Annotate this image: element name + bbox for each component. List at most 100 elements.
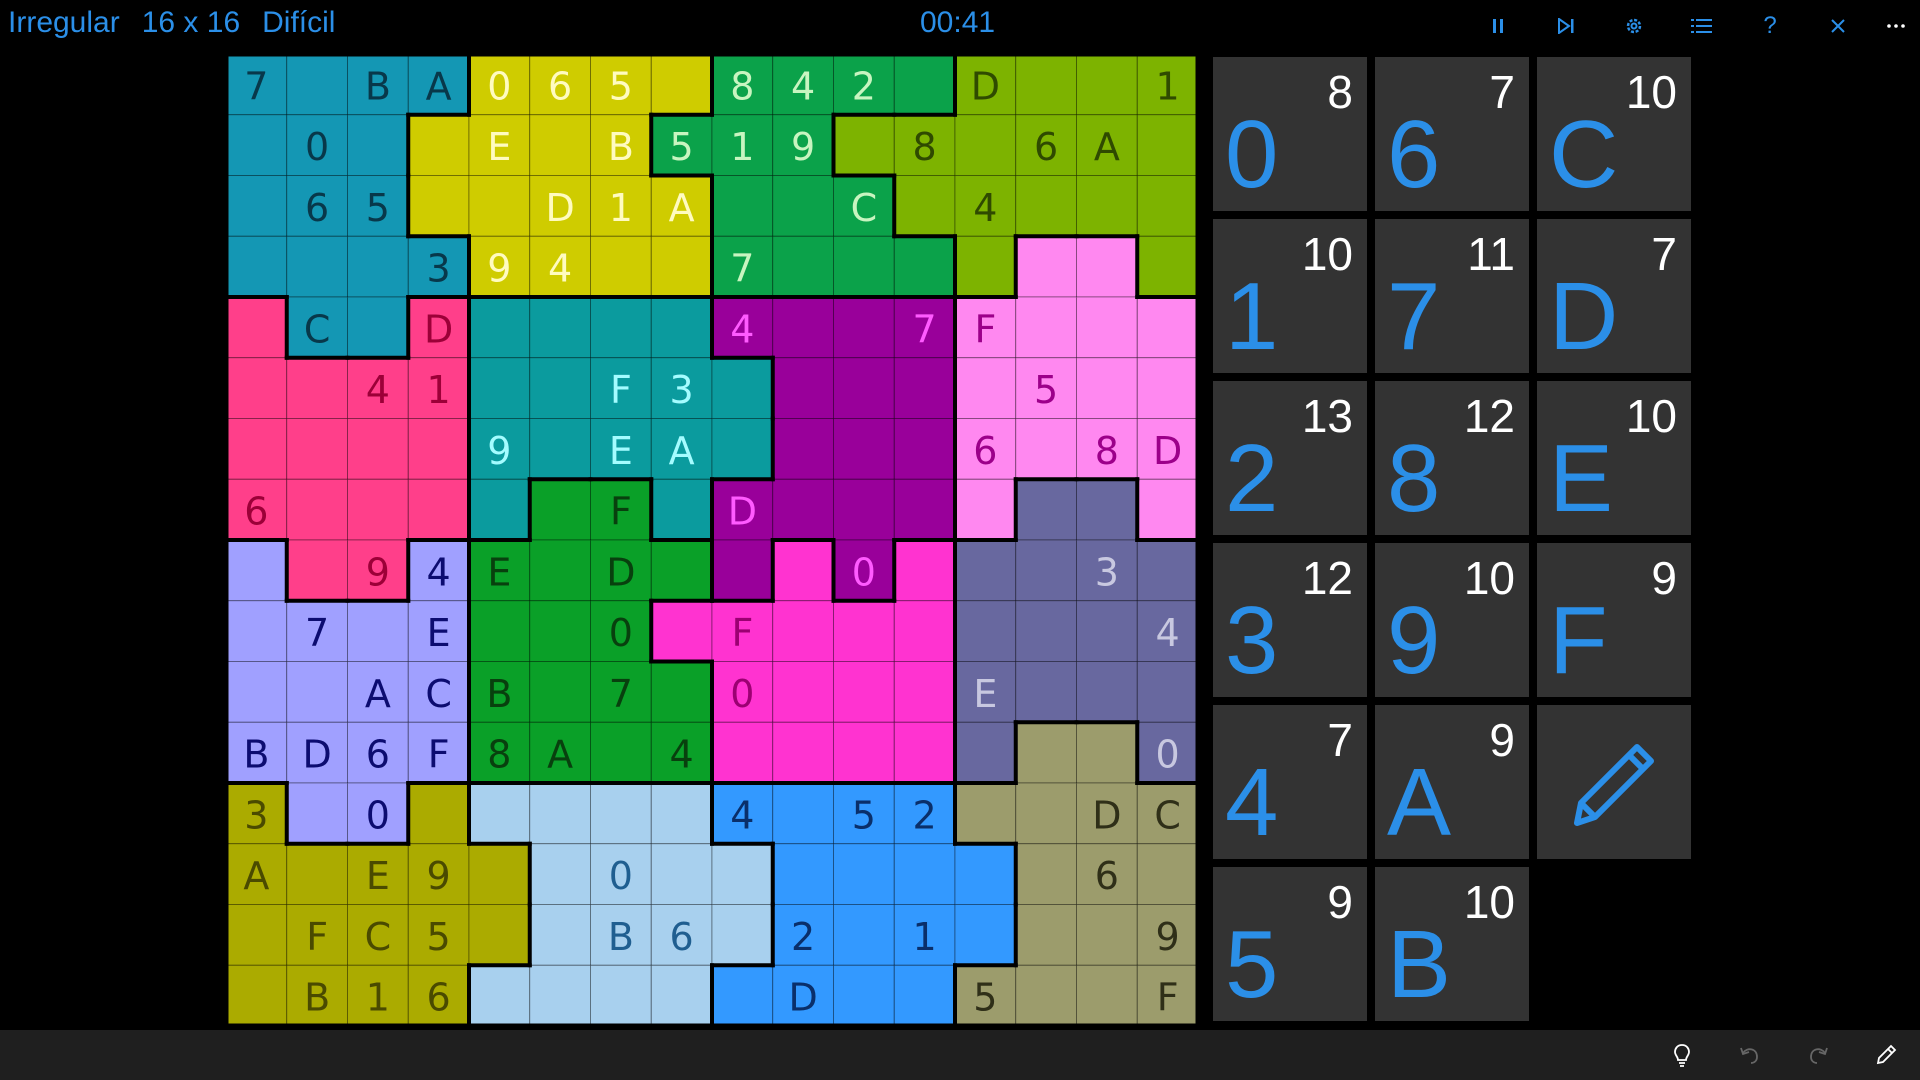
board-cell[interactable] [468, 296, 531, 359]
board-cell[interactable] [954, 478, 1017, 541]
board-cell[interactable]: C [1136, 782, 1198, 845]
board-cell[interactable]: 8 [893, 114, 956, 176]
board-cell[interactable] [1136, 843, 1198, 905]
board-cell[interactable] [226, 175, 288, 237]
board-cell[interactable]: 5 [954, 964, 1017, 1026]
board-cell[interactable]: 6 [1015, 114, 1077, 176]
board-cell[interactable] [529, 904, 591, 966]
board-cell[interactable]: 6 [650, 904, 713, 966]
board-cell[interactable]: E [590, 418, 652, 480]
pad-button-4[interactable]: 47 [1213, 705, 1367, 859]
board-cell[interactable] [1015, 418, 1077, 480]
board-cell[interactable] [1076, 357, 1138, 419]
board-cell[interactable] [286, 54, 348, 116]
board-cell[interactable] [468, 478, 531, 541]
board-cell[interactable] [1076, 175, 1138, 237]
board-cell[interactable] [954, 721, 1017, 784]
board-cell[interactable] [529, 478, 591, 541]
board-cell[interactable] [347, 235, 409, 298]
board-cell[interactable]: 6 [407, 964, 470, 1026]
board-cell[interactable]: 6 [954, 418, 1017, 480]
board-cell[interactable]: 1 [347, 964, 409, 1026]
board-cell[interactable] [529, 357, 591, 419]
board-cell[interactable] [893, 175, 956, 237]
board-cell[interactable]: 1 [711, 114, 774, 176]
board-cell[interactable]: 0 [833, 539, 895, 602]
board-cell[interactable]: A [1076, 114, 1138, 176]
board-cell[interactable] [1076, 721, 1138, 784]
board-cell[interactable] [226, 964, 288, 1026]
board-cell[interactable] [1136, 114, 1198, 176]
board-cell[interactable] [1076, 235, 1138, 298]
board-cell[interactable] [954, 600, 1017, 662]
board-cell[interactable] [590, 296, 652, 359]
board-cell[interactable] [954, 235, 1017, 298]
board-cell[interactable]: 0 [590, 600, 652, 662]
board-cell[interactable]: A [407, 54, 470, 116]
board-cell[interactable] [833, 964, 895, 1026]
board-cell[interactable]: D [529, 175, 591, 237]
board-cell[interactable]: 8 [468, 721, 531, 784]
board-cell[interactable]: 4 [711, 782, 774, 845]
board-cell[interactable]: D [711, 478, 774, 541]
board-cell[interactable] [286, 357, 348, 419]
board-cell[interactable]: 4 [407, 539, 470, 602]
pad-button-d[interactable]: D7 [1537, 219, 1691, 373]
board-cell[interactable] [1076, 600, 1138, 662]
board-cell[interactable] [833, 418, 895, 480]
board-cell[interactable] [1136, 296, 1198, 359]
board-cell[interactable]: 1 [407, 357, 470, 419]
board-cell[interactable] [286, 418, 348, 480]
board-cell[interactable] [833, 843, 895, 905]
board-cell[interactable]: 4 [711, 296, 774, 359]
board-cell[interactable]: 1 [590, 175, 652, 237]
board-cell[interactable]: F [590, 478, 652, 541]
board-cell[interactable]: 3 [226, 782, 288, 845]
board-cell[interactable]: 7 [226, 54, 288, 116]
pad-button-5[interactable]: 59 [1213, 867, 1367, 1021]
board-cell[interactable] [1076, 904, 1138, 966]
help-button[interactable]: ? [1750, 8, 1790, 44]
board-cell[interactable] [650, 478, 713, 541]
board-cell[interactable]: E [954, 661, 1017, 723]
board-cell[interactable] [347, 418, 409, 480]
board-cell[interactable] [1076, 54, 1138, 116]
board-cell[interactable] [1015, 661, 1077, 723]
board-cell[interactable]: D [286, 721, 348, 784]
board-cell[interactable] [286, 661, 348, 723]
board-cell[interactable] [1136, 175, 1198, 237]
board-cell[interactable] [954, 782, 1017, 845]
board-cell[interactable] [1136, 661, 1198, 723]
board-cell[interactable] [772, 357, 834, 419]
board-cell[interactable] [833, 721, 895, 784]
board-cell[interactable] [772, 418, 834, 480]
board-cell[interactable]: F [407, 721, 470, 784]
board-cell[interactable] [286, 478, 348, 541]
board-cell[interactable] [1136, 478, 1198, 541]
board-cell[interactable]: 9 [407, 843, 470, 905]
board-cell[interactable] [529, 843, 591, 905]
board-cell[interactable]: 6 [286, 175, 348, 237]
board-cell[interactable] [954, 843, 1017, 905]
close-button[interactable] [1818, 8, 1858, 44]
board-cell[interactable]: B [347, 54, 409, 116]
board-cell[interactable] [1015, 539, 1077, 602]
board-cell[interactable] [893, 54, 956, 116]
pad-button-c[interactable]: C 10 [1537, 57, 1691, 211]
pad-button-b[interactable]: B 10 [1375, 867, 1529, 1021]
board-cell[interactable] [650, 661, 713, 723]
board-cell[interactable]: 0 [286, 114, 348, 176]
board-cell[interactable]: 7 [286, 600, 348, 662]
board-cell[interactable]: B [286, 964, 348, 1026]
board-cell[interactable] [468, 175, 531, 237]
board-cell[interactable] [954, 357, 1017, 419]
board-cell[interactable]: 1 [1136, 54, 1198, 116]
board-cell[interactable]: E [468, 114, 531, 176]
board-cell[interactable] [590, 964, 652, 1026]
list-button[interactable] [1682, 8, 1722, 44]
board-cell[interactable] [1015, 235, 1077, 298]
board-cell[interactable] [347, 600, 409, 662]
board-cell[interactable] [650, 539, 713, 602]
pad-button-3[interactable]: 3 12 [1213, 543, 1367, 697]
board-cell[interactable] [954, 539, 1017, 602]
